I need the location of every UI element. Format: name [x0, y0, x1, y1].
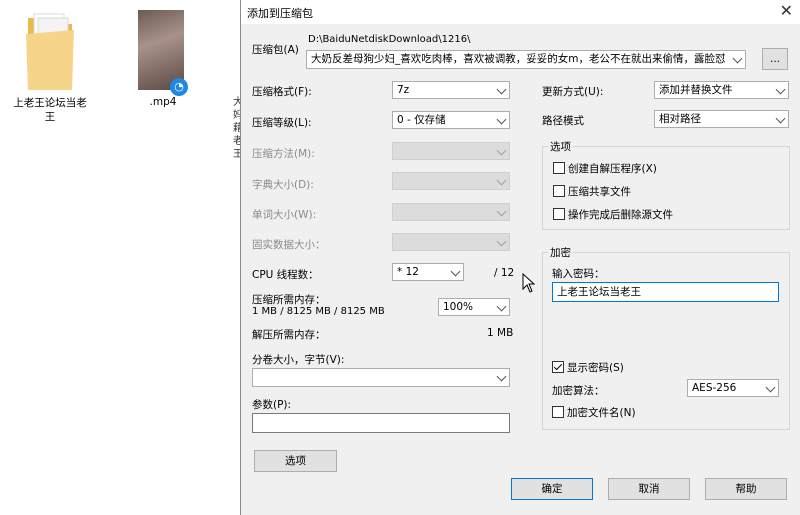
folder-label: 上老王论坛当老王: [13, 97, 87, 123]
chevron-down-icon[interactable]: [765, 382, 776, 393]
method-label: 压缩方法(M):: [252, 148, 315, 160]
update-mode-label: 更新方式(U):: [542, 86, 604, 98]
sfx-checkbox[interactable]: [553, 162, 565, 174]
chevron-down-icon: [496, 175, 507, 186]
add-to-archive-dialog: 添加到压缩包 ✕ 压缩包(A) D:\BaiduNetdiskDownload\…: [240, 0, 800, 515]
volume-label: 分卷大小，字节(V):: [252, 354, 345, 366]
dialog-title: 添加到压缩包: [247, 7, 313, 20]
params-label: 参数(P):: [252, 399, 292, 411]
shared-label[interactable]: 压缩共享文件: [568, 184, 631, 199]
dict-size-select: [392, 172, 510, 190]
level-label: 压缩等级(L):: [252, 117, 312, 129]
encrypt-names-label[interactable]: 加密文件名(N): [567, 405, 636, 420]
cpu-threads-label: CPU 线程数：: [252, 269, 319, 281]
cpu-threads-max: / 12: [494, 267, 515, 279]
mem-decompress-value: 1 MB: [487, 327, 514, 339]
chevron-down-icon: [496, 206, 507, 217]
chevron-down-icon[interactable]: [496, 371, 507, 382]
ok-button[interactable]: 确定: [511, 478, 593, 500]
path-mode-label: 路径模式: [542, 115, 584, 127]
sfx-label[interactable]: 创建自解压程序(X): [568, 161, 657, 176]
volume-combobox[interactable]: [252, 368, 510, 387]
format-label: 压缩格式(F):: [252, 86, 312, 98]
solid-size-label: 固实数据大小：: [252, 239, 326, 251]
method-select: [392, 142, 510, 160]
chevron-down-icon[interactable]: [496, 301, 507, 312]
title-bar[interactable]: 添加到压缩包 ✕: [241, 0, 800, 24]
dict-size-label: 字典大小(D):: [252, 179, 314, 191]
help-button[interactable]: 帮助: [705, 478, 787, 500]
chevron-down-icon[interactable]: [775, 113, 786, 124]
options-button[interactable]: 选项: [254, 450, 337, 472]
folder-icon: [26, 13, 74, 90]
cancel-button[interactable]: 取消: [608, 478, 690, 500]
word-size-label: 单词大小(W):: [252, 209, 317, 221]
password-label: 输入密码：: [552, 268, 605, 280]
password-input[interactable]: 上老王论坛当老王: [552, 282, 779, 302]
encryption-method-label: 加密算法：: [552, 385, 605, 397]
mem-decompress-label: 解压所需内存：: [252, 329, 326, 341]
path-mode-select[interactable]: 相对路径: [654, 110, 789, 128]
chevron-down-icon[interactable]: [775, 84, 786, 95]
word-size-select: [392, 203, 510, 221]
shared-checkbox[interactable]: [553, 185, 565, 197]
solid-size-select: [392, 233, 510, 251]
archive-name-combobox[interactable]: 大奶反差母狗少妇_喜欢吃肉棒，喜欢被调教，妥妥的女m，老公不在就出来偷情，露脸怼: [306, 50, 746, 69]
player-badge-icon: ◔: [170, 78, 188, 96]
archive-path: D:\BaiduNetdiskDownload\1216\: [308, 34, 471, 45]
browse-button[interactable]: ...: [762, 48, 788, 70]
chevron-down-icon: [496, 145, 507, 156]
delete-after-checkbox[interactable]: [553, 208, 565, 220]
format-select[interactable]: 7z: [392, 81, 510, 99]
encryption-method-select[interactable]: AES-256: [687, 379, 779, 397]
mem-compress-label: 压缩所需内存：: [252, 294, 326, 306]
mouse-cursor-icon: [522, 273, 536, 293]
encryption-group-title: 加密: [548, 245, 573, 260]
cpu-threads-select[interactable]: * 12: [392, 263, 464, 281]
chevron-down-icon[interactable]: [732, 53, 743, 64]
mem-compress-detail: 1 MB / 8125 MB / 8125 MB: [252, 306, 385, 317]
desktop-folder[interactable]: 上老王论坛当老王: [5, 10, 95, 124]
chevron-down-icon[interactable]: [496, 84, 507, 95]
delete-after-label[interactable]: 操作完成后删除源文件: [568, 207, 673, 222]
level-select[interactable]: 0 - 仅存储: [392, 111, 510, 129]
chevron-down-icon[interactable]: [496, 114, 507, 125]
chevron-down-icon: [496, 236, 507, 247]
params-input[interactable]: [252, 413, 510, 433]
update-mode-select[interactable]: 添加并替换文件: [654, 81, 789, 99]
video-label: .mp4: [149, 96, 177, 108]
archive-label: 压缩包(A): [252, 44, 299, 56]
mem-percent-select[interactable]: 100%: [438, 298, 510, 316]
show-password-checkbox[interactable]: [552, 361, 564, 373]
close-icon[interactable]: ✕: [780, 1, 793, 20]
show-password-label[interactable]: 显示密码(S): [567, 360, 624, 375]
chevron-down-icon[interactable]: [450, 266, 461, 277]
options-group-title: 选项: [548, 139, 573, 154]
encrypt-names-checkbox[interactable]: [552, 406, 564, 418]
